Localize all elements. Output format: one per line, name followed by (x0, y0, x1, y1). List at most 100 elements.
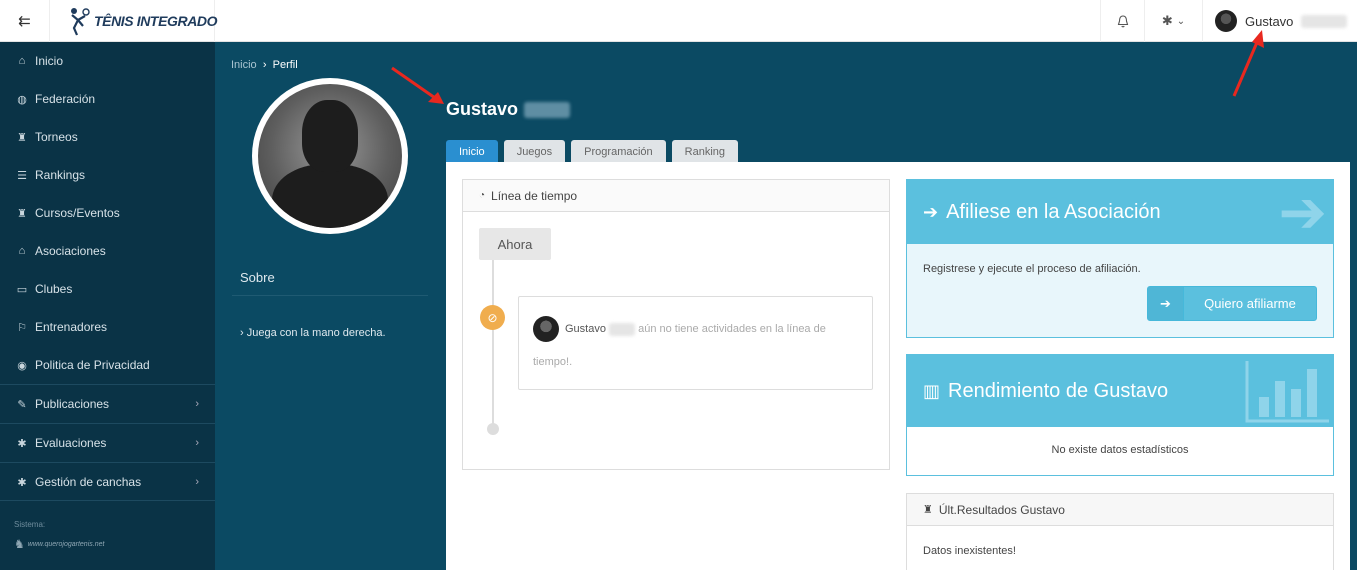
sign-in-icon: ➔ (1148, 287, 1184, 320)
logo-text: TÊNIS INTEGRADO (94, 13, 218, 29)
edit-icon: ✎ (17, 398, 27, 411)
avatar (533, 316, 559, 343)
performance-header: ▥ Rendimiento de Gustavo (907, 355, 1333, 427)
sidebar-item-entrenadores[interactable]: ⚐ Entrenadores (0, 308, 215, 346)
redacted-surname (524, 101, 571, 118)
collapse-menu-icon: ⇇ (18, 13, 31, 30)
sidebar-item-rankings[interactable]: ☰ Rankings (0, 156, 215, 194)
user-menu-button[interactable]: Gustavo (1202, 0, 1357, 42)
sidebar-item-politica-de-privacidad[interactable]: ◉ Politica de Privacidad (0, 346, 215, 384)
performance-empty: No existe datos estadísticos (1051, 444, 1189, 456)
breadcrumb: Inicio › Perfil (231, 59, 298, 71)
sobre-title: Sobre (240, 270, 275, 285)
results-panel: ♜ Últ.Resultados Gustavo Datos inexisten… (906, 493, 1334, 570)
sobre-item-text: Juega con la mano derecha. (246, 327, 386, 339)
tab-programacion[interactable]: Programación (571, 140, 666, 163)
results-title: Últ.Resultados Gustavo (938, 502, 1065, 517)
sidebar-toggle-button[interactable]: ⇇ (0, 0, 50, 42)
tennis-player-logo-icon (71, 8, 90, 36)
sidebar-item-evaluaciones[interactable]: ✱ Evaluaciones › (0, 423, 215, 462)
trophy-icon: ♜ (17, 131, 27, 144)
timeline-end-dot (487, 423, 499, 435)
divider (232, 295, 428, 296)
sidebar-item-clubes[interactable]: ▭ Clubes (0, 270, 215, 308)
gear-icon: ✱ (17, 437, 27, 450)
globe-icon: ◍ (17, 93, 27, 106)
silhouette-body (272, 164, 388, 228)
users-icon: ◉ (17, 359, 27, 372)
sidebar-item-federaci-n[interactable]: ◍ Federación (0, 80, 215, 118)
timeline-panel: ◔ Línea de tiempo Ahora ⊘ Gustavo aún no… (462, 179, 890, 470)
settings-menu-button[interactable]: ✱ ⌄ (1144, 0, 1202, 42)
gear-icon: ✱ (17, 476, 27, 489)
sign-in-icon: ➔ (923, 201, 939, 222)
tab-inicio[interactable]: Inicio (446, 140, 498, 163)
sidebar-item-label: Rankings (35, 168, 86, 182)
sidebar-item-inicio[interactable]: ⌂ Inicio (0, 42, 215, 80)
sign-in-large-icon: ➔ (1278, 180, 1327, 244)
chevron-right-icon: › (195, 398, 199, 410)
affiliate-button[interactable]: ➔ Quiero afiliarme (1147, 286, 1317, 321)
annotation-arrow-user (1232, 30, 1264, 97)
profile-photo (252, 78, 408, 234)
chevron-right-icon: › (195, 476, 199, 488)
bar-chart-large-icon (1245, 361, 1329, 423)
top-bar: ⇇ TÊNIS INTEGRADO ✱ ⌄ Gustavo (0, 0, 1357, 42)
results-header: ♜ Últ.Resultados Gustavo (907, 494, 1333, 526)
affiliate-panel: ➔ Afiliese en la Asociación ➔ Registrese… (906, 179, 1334, 338)
sidebar-item-asociaciones[interactable]: ⌂ Asociaciones (0, 232, 215, 270)
results-empty: Datos inexistentes! (923, 545, 1016, 557)
sidebar-item-cursos-eventos[interactable]: ♜ Cursos/Eventos (0, 194, 215, 232)
logo[interactable]: TÊNIS INTEGRADO (68, 4, 218, 38)
profile-tabs: Inicio Juegos Programación Ranking (446, 140, 739, 163)
sidebar-item-label: Torneos (35, 130, 78, 144)
bar-chart-icon: ▥ (923, 380, 941, 401)
breadcrumb-separator: › (262, 59, 267, 71)
sidebar-item-label: Inicio (35, 54, 64, 68)
trophy-icon: ♜ (923, 504, 933, 516)
sidebar-item-torneos[interactable]: ♜ Torneos (0, 118, 215, 156)
affiliate-text: Registrese y ejecute el proceso de afili… (923, 263, 1141, 275)
sidebar-item-label: Entrenadores (35, 320, 108, 334)
rss-icon: ◔ (479, 190, 486, 201)
gears-icon: ✱ (1161, 13, 1173, 28)
system-label: Sistema: (14, 520, 46, 529)
system-logo-text: www.querojogartenis.net (27, 540, 105, 548)
affiliate-header: ➔ Afiliese en la Asociación ➔ (907, 180, 1333, 244)
timeline-entry-name: Gustavo (565, 323, 606, 335)
sidebar-item-publicaciones[interactable]: ✎ Publicaciones › (0, 384, 215, 423)
bell-icon (1117, 14, 1128, 27)
timeline-line (492, 260, 494, 428)
redacted-surname (609, 322, 636, 336)
bank-icon: ⌂ (18, 245, 26, 257)
redacted-surname (1301, 14, 1348, 28)
home-icon: ⌂ (18, 55, 26, 67)
timeline-entry: Gustavo aún no tiene actividades en la l… (518, 296, 873, 390)
performance-panel: ▥ Rendimiento de Gustavo No existe datos… (906, 354, 1334, 476)
chevron-right-icon: › (240, 327, 244, 339)
sidebar-item-label: Evaluaciones (35, 436, 107, 450)
sidebar-item-label: Politica de Privacidad (35, 358, 150, 372)
tennis-player-small-icon: ♞ (14, 537, 25, 551)
folder-icon: ▭ (16, 283, 28, 296)
sidebar-item-gesti-n-de-canchas[interactable]: ✱ Gestión de canchas › (0, 462, 215, 501)
profile-name: Gustavo (446, 99, 519, 119)
sidebar-item-label: Cursos/Eventos (35, 206, 120, 220)
system-logo[interactable]: ♞ www.querojogartenis.net (14, 534, 104, 554)
tab-juegos[interactable]: Juegos (503, 140, 566, 163)
tab-content: ◔ Línea de tiempo Ahora ⊘ Gustavo aún no… (446, 162, 1350, 570)
breadcrumb-home[interactable]: Inicio (231, 59, 257, 71)
sidebar-item-label: Clubes (35, 282, 73, 296)
silhouette-head (302, 100, 358, 172)
affiliate-title: Afiliese en la Asociación (946, 200, 1161, 223)
notifications-button[interactable] (1100, 0, 1144, 42)
sobre-item: › Juega con la mano derecha. (240, 327, 386, 339)
annotation-arrow-title (391, 66, 444, 104)
chevron-down-icon: ⌄ (1176, 15, 1186, 27)
page-title: Gustavo (446, 99, 571, 120)
ban-icon: ⊘ (480, 305, 505, 330)
affiliate-button-label: Quiero afiliarme (1204, 296, 1296, 311)
list-icon: ☰ (17, 169, 27, 182)
timeline-now-label: Ahora (479, 228, 551, 260)
tab-ranking[interactable]: Ranking (671, 140, 739, 163)
